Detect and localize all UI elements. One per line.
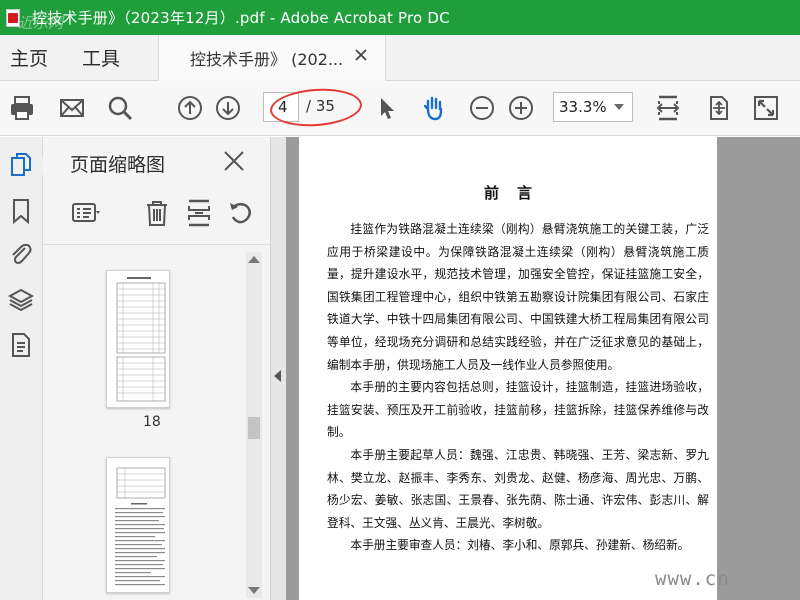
page-thumbnails-icon[interactable] — [8, 152, 34, 178]
prev-page-icon[interactable] — [174, 92, 206, 124]
zoom-out-icon[interactable] — [466, 92, 498, 124]
thumbnail-page-label: 18 — [143, 414, 161, 430]
bookmark-icon[interactable] — [8, 198, 34, 225]
page-thumbnails-panel: 页面缩略图 18 — [43, 137, 270, 600]
close-icon[interactable] — [353, 47, 369, 63]
document-margin — [717, 137, 800, 600]
thumbnail-scrollbar[interactable] — [246, 252, 262, 598]
chevron-down-icon — [614, 104, 624, 110]
attachment-icon[interactable] — [8, 241, 34, 267]
navigation-rail — [0, 137, 43, 600]
menu-home[interactable]: 主页 — [10, 44, 48, 71]
document-page: 前言 挂篮作为铁路混凝土连续梁（刚构）悬臂浇筑施工的关键工装，广泛应用于桥梁建设… — [299, 137, 717, 600]
zoom-value: 33.3% — [559, 98, 607, 116]
zoom-dropdown[interactable]: 33.3% — [553, 92, 633, 122]
email-icon[interactable] — [56, 92, 88, 124]
search-icon[interactable] — [104, 92, 136, 124]
window-title: 控技术手册》（2023年12月）.pdf - Adobe Acrobat Pro… — [32, 9, 450, 27]
print-icon[interactable] — [6, 92, 38, 124]
scrollbar-thumb[interactable] — [248, 417, 260, 439]
page-body: 挂篮作为铁路混凝土连续梁（刚构）悬臂浇筑施工的关键工装，广泛应用于桥梁建设中。为… — [327, 218, 709, 557]
document-tab-label: 控技术手册》 (202... — [190, 50, 344, 69]
next-page-icon[interactable] — [212, 92, 244, 124]
scroll-down-icon[interactable] — [248, 587, 260, 594]
body-paragraph: 本手册主要审查人员：刘椿、李小和、原郭兵、孙建新、杨绍新。 — [350, 538, 690, 553]
fit-page-icon[interactable] — [702, 92, 734, 124]
rotate-icon[interactable] — [226, 198, 256, 228]
close-icon[interactable] — [222, 149, 246, 173]
scroll-up-icon[interactable] — [248, 256, 260, 263]
fullscreen-icon[interactable] — [750, 92, 782, 124]
panel-splitter[interactable] — [270, 137, 286, 600]
thumbnail-options-icon[interactable] — [71, 198, 101, 228]
layers-icon[interactable] — [7, 287, 35, 313]
hand-icon[interactable] — [418, 92, 450, 124]
overlay-watermark: 近乐网 — [18, 14, 64, 32]
panel-title: 页面缩略图 — [70, 154, 166, 176]
site-watermark: www.cn — [655, 568, 730, 590]
body-paragraph: 挂篮作为铁路混凝土连续梁（刚构）悬臂浇筑施工的关键工装，广泛应用于桥梁建设中。为… — [327, 222, 709, 372]
page-heading: 前言 — [483, 184, 550, 202]
document-tab[interactable]: 控技术手册》 (202... — [158, 35, 386, 81]
panel-divider — [43, 244, 270, 245]
insert-page-icon[interactable] — [184, 198, 214, 228]
document-icon[interactable] — [8, 332, 34, 358]
zoom-in-icon[interactable] — [505, 92, 537, 124]
main-toolbar — [0, 81, 800, 136]
delete-icon[interactable] — [142, 198, 172, 228]
document-viewport[interactable]: 前言 挂篮作为铁路混凝土连续梁（刚构）悬臂浇筑施工的关键工装，广泛应用于桥梁建设… — [286, 137, 800, 600]
page-thumbnail[interactable] — [106, 457, 170, 593]
fit-width-icon[interactable] — [652, 92, 684, 124]
page-thumbnail[interactable] — [106, 270, 170, 408]
select-arrow-icon[interactable] — [371, 92, 403, 124]
title-bar: 控技术手册》（2023年12月）.pdf - Adobe Acrobat Pro… — [0, 0, 800, 35]
body-paragraph: 本手册的主要内容包括总则，挂篮设计，挂篮制造，挂篮进场验收，挂篮安装、预压及开工… — [327, 380, 709, 440]
menu-tab-bar: 主页 工具 控技术手册》 (202... — [0, 35, 800, 81]
body-paragraph: 本手册主要起草人员：魏强、江忠贵、韩晓强、王芳、梁志新、罗九林、樊立龙、赵振丰、… — [327, 447, 709, 530]
menu-tools[interactable]: 工具 — [82, 44, 120, 71]
collapse-panel-icon[interactable] — [274, 370, 281, 382]
